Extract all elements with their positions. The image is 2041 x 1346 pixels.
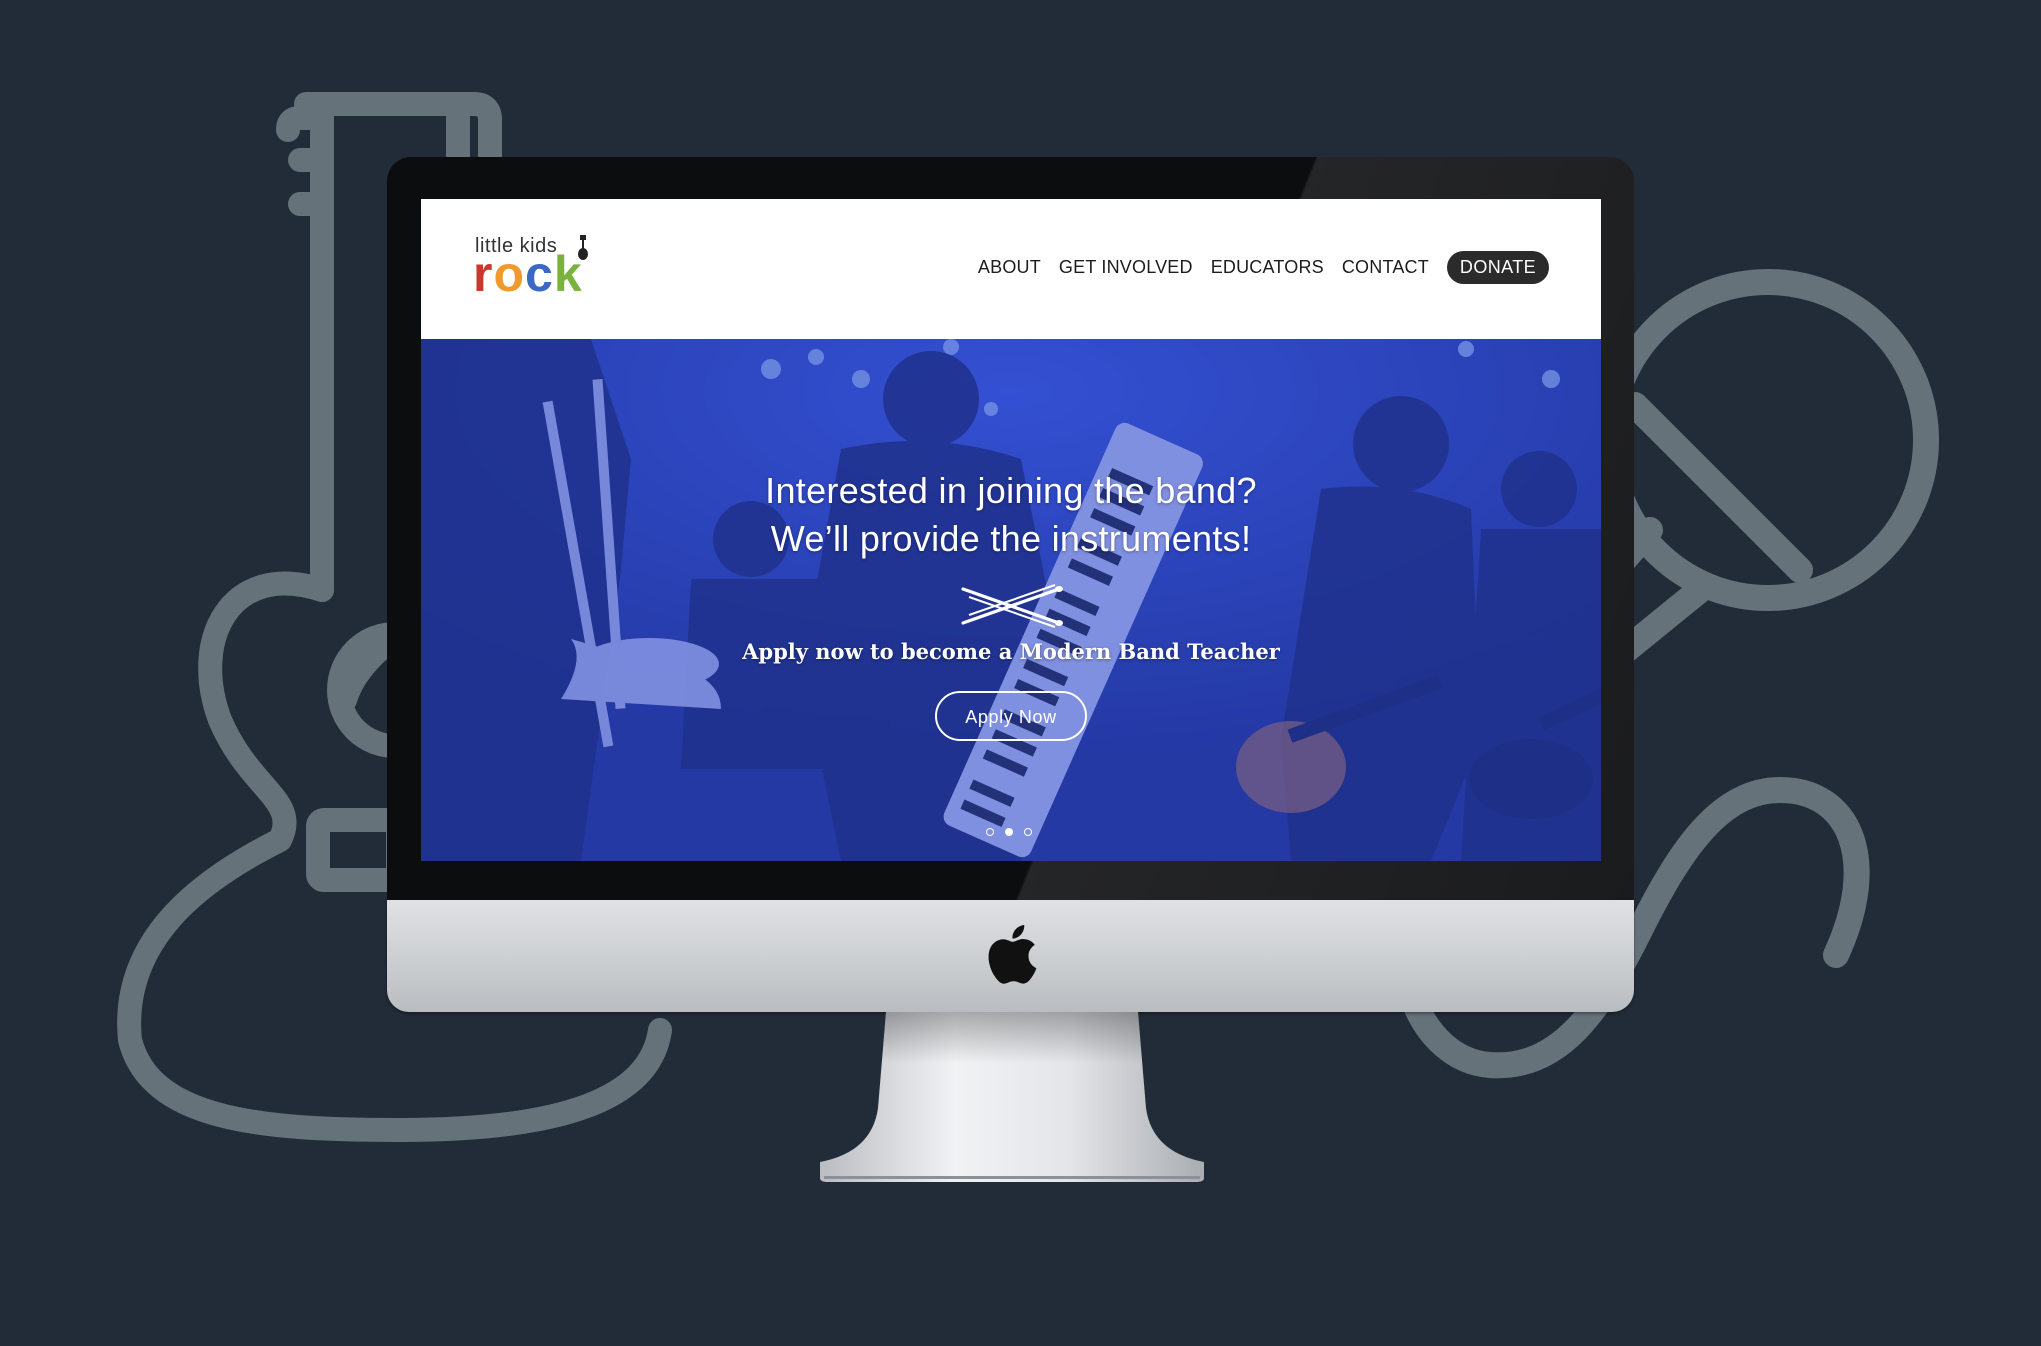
logo-letter-k: k: [553, 246, 583, 302]
nav-link-educators[interactable]: EDUCATORS: [1211, 257, 1324, 278]
hero-headline-line-2: We’ll provide the instruments!: [770, 518, 1252, 559]
apply-now-button[interactable]: Apply Now: [935, 691, 1087, 741]
main-navigation: ABOUT GET INVOLVED EDUCATORS CONTACT DON…: [978, 251, 1549, 284]
apple-logo-icon: [988, 925, 1037, 984]
hero-slider: Interested in joining the band? We’ll pr…: [421, 339, 1601, 861]
nav-link-contact[interactable]: CONTACT: [1342, 257, 1429, 278]
slider-dot-1[interactable]: [986, 828, 994, 836]
slider-dot-3[interactable]: [1024, 828, 1032, 836]
logo-wordmark: rock: [473, 249, 583, 299]
logo-letter-o: o: [493, 246, 526, 302]
nav-link-get-involved[interactable]: GET INVOLVED: [1059, 257, 1193, 278]
slider-pagination: [986, 828, 1032, 836]
imac-stand: [820, 1012, 1204, 1182]
drumsticks-icon: [961, 584, 1063, 628]
hero-headline-line-1: Interested in joining the band?: [765, 470, 1257, 511]
website-screen: little kids rock ABOUT GET INVOLVED EDUC…: [421, 199, 1601, 861]
site-header: little kids rock ABOUT GET INVOLVED EDUC…: [421, 199, 1601, 339]
logo-letter-c: c: [525, 246, 554, 302]
hero-content: Interested in joining the band? We’ll pr…: [421, 467, 1601, 741]
site-logo[interactable]: little kids rock: [473, 235, 615, 305]
donate-button[interactable]: DONATE: [1446, 251, 1549, 284]
logo-letter-r: r: [473, 246, 494, 302]
slider-dot-2[interactable]: [1005, 828, 1013, 836]
nav-link-about[interactable]: ABOUT: [978, 257, 1041, 278]
mockup-scene: little kids rock ABOUT GET INVOLVED EDUC…: [0, 0, 2041, 1346]
hero-subheading: Apply now to become a Modern Band Teache…: [742, 639, 1280, 664]
